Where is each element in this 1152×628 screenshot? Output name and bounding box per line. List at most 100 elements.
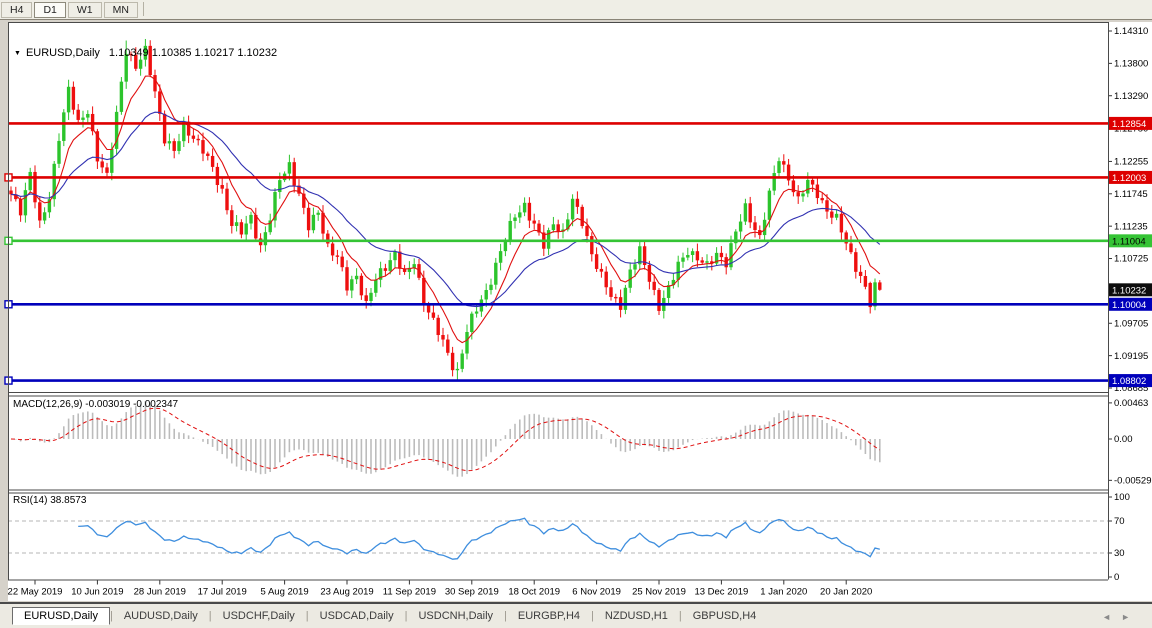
price-axis-label: 1.13290 [1114,91,1148,102]
timeframe-button-h4[interactable]: H4 [1,2,33,18]
candle-body [518,212,522,218]
macd-axis-label: 0.00 [1114,434,1133,445]
candle-body [604,271,608,288]
chart-area: 1.143101.138001.132901.127801.122551.117… [0,21,1152,601]
tab-eurusd-daily[interactable]: EURUSD,Daily [12,607,110,625]
tab-scroll-right-icon[interactable]: ► [1121,612,1140,622]
candle-body [393,251,397,261]
tab-scroll-left-icon[interactable]: ◄ [1102,612,1121,622]
candle-body [647,265,652,282]
rsi-axis-label: 100 [1114,492,1130,503]
candle-body [834,213,839,218]
toolbar-separator [142,1,144,16]
candle-body [666,285,671,298]
price-axis-label: 1.10725 [1114,254,1148,265]
candle-body [81,117,85,120]
candle-body [772,173,776,191]
candle-body [753,222,757,231]
candle-body [873,282,877,307]
candle-body [196,138,200,141]
candle-body [455,368,460,371]
candle-body [503,240,508,252]
candle-body [590,236,594,255]
current-price-badge-text: 1.10232 [1112,285,1146,296]
candle-body [494,262,498,285]
candle-body [134,54,138,69]
candle-body [839,213,844,233]
tab-eurgbp-h4[interactable]: EURGBP,H4 [507,608,591,624]
candle-body [330,243,335,256]
candle-body [66,86,71,113]
candle-body [441,335,445,340]
candle-body [191,135,196,139]
price-badge-1.10004-text: 1.10004 [1112,300,1146,311]
timeframe-button-mn[interactable]: MN [103,2,138,18]
tab-audusd-daily[interactable]: AUDUSD,Daily [113,608,209,624]
price-badge-1.12003-text: 1.12003 [1112,173,1146,184]
candle-body [426,304,431,313]
candle-body [71,86,76,110]
tab-usdcad-daily[interactable]: USDCAD,Daily [309,608,405,624]
candle-body [398,251,402,269]
candle-body [138,59,143,69]
candle-body [340,256,344,268]
candle-body [18,199,23,216]
mt4-window: H4D1W1MN 1.143101.138001.132901.127801.1… [0,0,1152,628]
candle-body [278,180,282,193]
candle-body [249,214,253,224]
tab-nzdusd-h1[interactable]: NZDUSD,H1 [594,608,679,624]
date-axis-label: 22 May 2019 [8,587,63,598]
candle-body [172,141,176,151]
price-axis-label: 1.11745 [1114,189,1148,200]
chart-canvas[interactable]: 1.143101.138001.132901.127801.122551.117… [0,21,1152,601]
date-axis-label: 5 Aug 2019 [261,587,309,598]
price-badge-1.12854-text: 1.12854 [1112,119,1146,130]
candle-body [460,353,464,369]
candle-body [474,311,479,314]
candle-body [863,275,868,287]
candle-body [652,281,656,290]
tab-scroll-arrows[interactable]: ◄► [1102,612,1140,622]
tab-usdcnh-daily[interactable]: USDCNH,Daily [407,608,504,624]
candle-body [263,232,268,246]
macd-axis-label: -0.005299 [1114,476,1152,487]
candle-body [239,222,244,235]
candle-body [28,171,32,191]
candle-body [210,155,215,167]
candle-body [599,268,604,272]
price-badge-1.08802-text: 1.08802 [1112,376,1146,387]
candle-body [513,217,517,221]
candle-body [522,202,527,213]
candle-body [100,161,104,168]
candle-body [354,275,359,280]
candle-body [220,185,224,189]
candle-body [782,161,786,165]
tab-gbpusd-h4[interactable]: GBPUSD,H4 [682,608,768,624]
candle-body [129,53,133,56]
rsi-axis-label: 30 [1114,548,1125,559]
candle-body [498,251,503,263]
candle-body [470,313,474,332]
candle-body [767,190,772,220]
tab-usdchf-daily[interactable]: USDCHF,Daily [212,608,306,624]
candle-body [177,141,181,151]
candle-body [450,352,455,371]
candle-body [532,220,536,224]
candle-body [422,277,426,305]
candle-body [206,153,210,156]
candle-body [148,45,152,76]
timeframe-button-d1[interactable]: D1 [34,2,66,18]
candle-body [585,226,589,237]
rsi-axis-label: 70 [1114,516,1125,527]
candle-body [345,267,349,291]
candle-body [801,193,805,197]
candle-body [796,192,800,197]
candle-body [575,198,580,207]
candle-body [201,140,205,154]
candle-body [830,211,834,218]
rsi-axis-label: 0 [1114,572,1119,583]
timeframe-button-w1[interactable]: W1 [67,2,102,18]
chart-tab-bar: ◄► EURUSD,Daily | AUDUSD,Daily | USDCHF,Dail… [0,602,1152,628]
candle-body [446,339,450,353]
candle-body [158,91,162,114]
